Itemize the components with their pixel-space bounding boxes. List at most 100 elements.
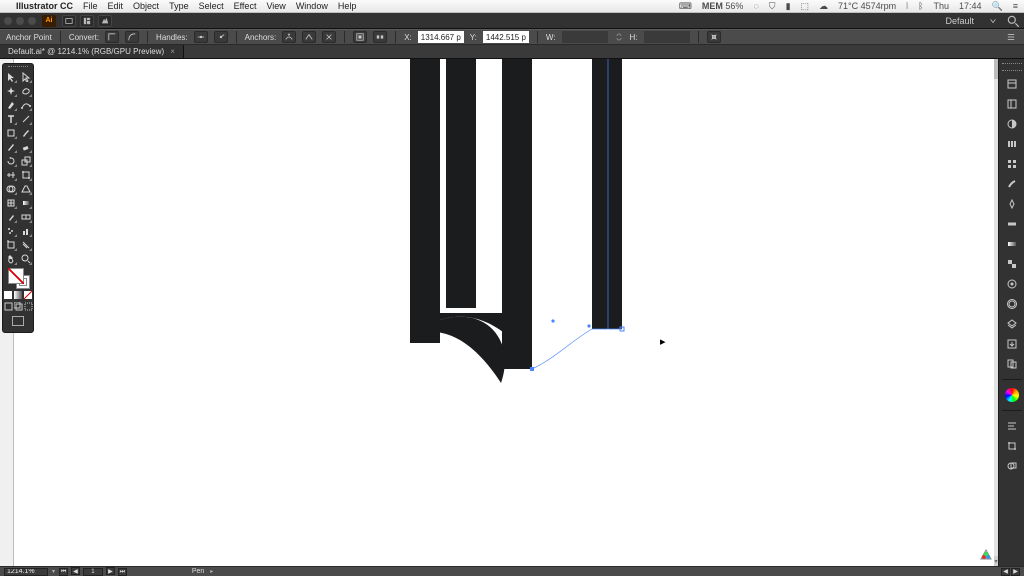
menu-edit[interactable]: Edit [108,1,124,11]
gradient-mode[interactable] [13,290,23,300]
arrange-documents[interactable] [80,15,94,27]
artboard-nav[interactable]: ⏮ ◀ 1 ▶ ⏭ [59,567,128,576]
chevron-down-icon[interactable] [986,15,1000,27]
blend-tool[interactable] [18,210,33,224]
connect-anchor-button[interactable] [302,31,316,43]
rotate-tool[interactable] [3,154,18,168]
graphic-styles-panel-icon[interactable] [1002,295,1022,313]
show-handles-button[interactable] [194,31,208,43]
layers-panel-icon[interactable] [1002,315,1022,333]
convert-smooth-button[interactable] [125,31,139,43]
fill-swatch[interactable] [8,268,24,284]
hscroll-right-icon[interactable]: ▶ [1011,568,1020,576]
shape-builder-tool[interactable] [3,182,18,196]
info-chevron-icon[interactable]: ▸ [210,568,213,575]
pencil-tool[interactable] [3,140,18,154]
hscroll-left-icon[interactable]: ◀ [1001,568,1010,576]
spotlight-icon[interactable]: 🔍 [992,1,1003,12]
none-mode[interactable] [23,290,33,300]
prev-artboard-icon[interactable]: ◀ [71,567,80,575]
link-wh-icon[interactable] [614,32,624,42]
menu-window[interactable]: Window [296,1,328,11]
artboard-canvas[interactable]: ▸ [14,59,994,566]
color-guide-panel-icon[interactable] [1002,135,1022,153]
document-tab[interactable]: Default.ai* @ 1214.1% (RGB/GPU Preview) … [0,45,184,58]
isolate-button[interactable] [353,31,367,43]
artboard-tool[interactable] [3,238,18,252]
close-window[interactable] [4,17,12,25]
width-tool[interactable] [3,168,18,182]
gpu-preview-icon[interactable] [98,15,112,27]
pen-tool[interactable] [3,98,18,112]
shield-icon[interactable]: ⛉ [769,1,776,12]
line-tool[interactable] [18,112,33,126]
appearance-panel-icon[interactable] [1002,275,1022,293]
draw-inside[interactable] [23,300,33,312]
eraser-tool[interactable] [18,140,33,154]
stroke-panel-icon[interactable] [1002,215,1022,233]
cut-path-button[interactable] [322,31,336,43]
swatches-panel-icon[interactable] [1002,155,1022,173]
paintbrush-tool[interactable] [18,126,33,140]
symbol-sprayer-tool[interactable] [3,224,18,238]
type-tool[interactable] [3,112,18,126]
eyedropper-tool[interactable] [3,210,18,224]
color-mode[interactable] [3,290,13,300]
artboards-panel-icon[interactable] [1002,355,1022,373]
gradient-tool[interactable] [18,196,33,210]
pathfinder-panel-icon[interactable] [1002,457,1022,475]
panel-grip-icon[interactable] [1002,63,1022,71]
keyboard-menuextra-icon[interactable]: ⌨ [679,1,692,12]
battery-icon[interactable]: ▮ [786,1,791,12]
clock-time[interactable]: 17:44 [959,1,982,11]
asset-export-panel-icon[interactable] [1002,335,1022,353]
zoom-field[interactable] [4,568,48,576]
h-field[interactable] [644,31,690,43]
transform-panel-icon[interactable] [1002,437,1022,455]
zoom-chevron-icon[interactable]: ▾ [52,568,55,575]
app-name[interactable]: Illustrator CC [16,1,73,11]
align-panel-icon[interactable] [1002,417,1022,435]
menu-type[interactable]: Type [169,1,189,11]
close-tab-icon[interactable]: × [170,47,175,56]
next-artboard-icon[interactable]: ▶ [106,567,115,575]
cc-icon[interactable]: ☁ [819,1,828,12]
scale-tool[interactable] [18,154,33,168]
libraries-panel-icon[interactable] [1002,95,1022,113]
color-panel-icon[interactable] [1002,115,1022,133]
zoom-window[interactable] [28,17,36,25]
slice-tool[interactable] [18,238,33,252]
bluetooth-icon[interactable]: ᛒ [918,1,923,11]
rectangle-tool[interactable] [3,126,18,140]
draw-normal[interactable] [3,300,13,312]
fill-stroke-swatch[interactable] [3,266,33,290]
menu-help[interactable]: Help [338,1,357,11]
search-help-icon[interactable] [1006,15,1020,27]
align-to-button[interactable] [373,31,387,43]
draw-behind[interactable] [13,300,23,312]
free-transform-tool[interactable] [18,168,33,182]
direct-selection-tool[interactable] [18,70,33,84]
color-wheel-panel-icon[interactable] [1002,386,1022,404]
gradient-panel-icon[interactable] [1002,235,1022,253]
column-graph-tool[interactable] [18,224,33,238]
window-controls[interactable] [4,17,36,25]
w-field[interactable] [562,31,608,43]
last-artboard-icon[interactable]: ⏭ [118,568,127,576]
x-field[interactable] [418,31,464,43]
cloud-icon[interactable]: ◌ [753,1,758,11]
menu-effect[interactable]: Effect [234,1,257,11]
doc-open-dropdown[interactable] [62,15,76,27]
artboard-number[interactable]: 1 [83,568,103,576]
remove-anchor-button[interactable] [282,31,296,43]
hand-tool[interactable] [3,252,18,266]
hide-handles-button[interactable] [214,31,228,43]
clock-day[interactable]: Thu [933,1,949,11]
first-artboard-icon[interactable]: ⏮ [59,568,68,576]
convert-corner-button[interactable] [105,31,119,43]
menu-file[interactable]: File [83,1,98,11]
curvature-tool[interactable] [18,98,33,112]
minimize-window[interactable] [16,17,24,25]
menu-view[interactable]: View [266,1,285,11]
perspective-tool[interactable] [18,182,33,196]
